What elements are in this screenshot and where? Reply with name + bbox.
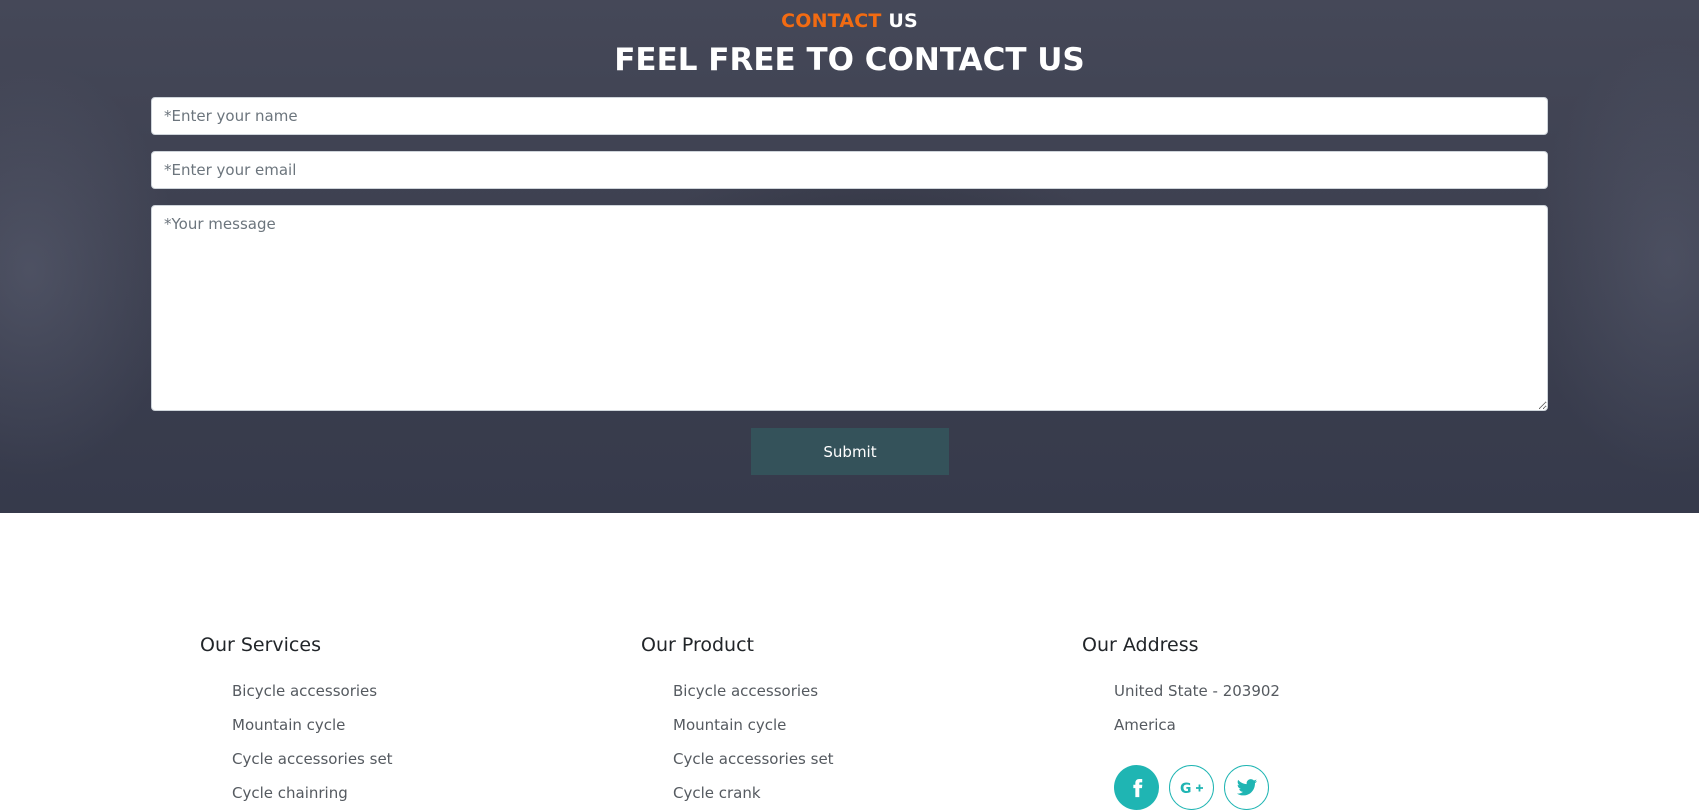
section-subtitle: CONTACT US [0,10,1699,32]
product-heading: Our Product [641,634,754,656]
address-line: America [1114,716,1176,734]
services-item[interactable]: Cycle accessories set [232,742,393,776]
subtitle-rest: US [888,10,918,32]
footer-address: Our Address United State - 203902 Americ… [1082,630,1280,742]
google-plus-icon[interactable]: G [1169,765,1214,810]
page-title: FEEL FREE TO CONTACT US [614,42,1085,78]
svg-text:G: G [1180,781,1192,797]
email-input[interactable] [151,151,1548,189]
product-item[interactable]: Cycle crank [673,776,834,810]
message-textarea[interactable] [151,205,1548,411]
footer-services: Our Services Bicycle accessories Mountai… [200,630,393,810]
submit-button[interactable]: Submit [751,428,949,475]
facebook-icon[interactable] [1114,765,1159,810]
social-links: G [1114,765,1269,810]
product-item[interactable]: Cycle accessories set [673,742,834,776]
services-heading: Our Services [200,634,321,656]
contact-section: CONTACT US FEEL FREE TO CONTACT US Submi… [0,0,1699,513]
address-line: United State - 203902 [1114,682,1280,700]
product-item[interactable]: Mountain cycle [673,708,834,742]
footer-product: Our Product Bicycle accessories Mountain… [641,630,834,810]
product-item[interactable]: Bicycle accessories [673,674,834,708]
subtitle-accent: CONTACT [781,10,882,32]
background-image-right [1529,40,1699,480]
services-item[interactable]: Mountain cycle [232,708,393,742]
services-item[interactable]: Cycle chainring [232,776,393,810]
services-item[interactable]: Bicycle accessories [232,674,393,708]
twitter-icon[interactable] [1224,765,1269,810]
name-input[interactable] [151,97,1548,135]
address-list: United State - 203902 America [1082,674,1280,742]
services-list: Bicycle accessories Mountain cycle Cycle… [200,674,393,810]
address-heading: Our Address [1082,634,1199,656]
product-list: Bicycle accessories Mountain cycle Cycle… [641,674,834,810]
